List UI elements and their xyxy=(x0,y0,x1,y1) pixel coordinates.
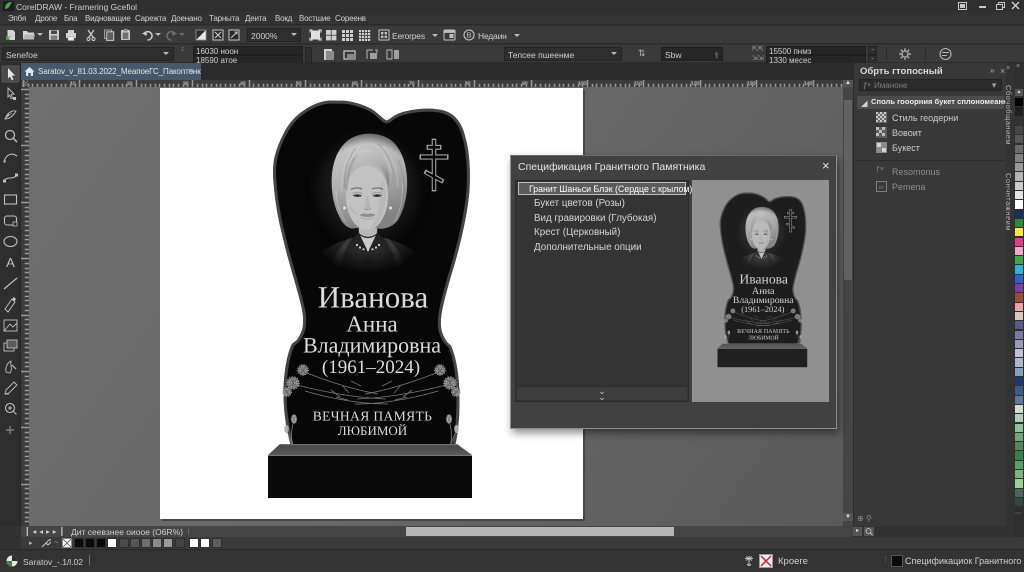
svg-text:ог: ог xyxy=(879,185,885,191)
svg-text:A: A xyxy=(6,255,15,270)
svg-text:B: B xyxy=(466,31,471,40)
